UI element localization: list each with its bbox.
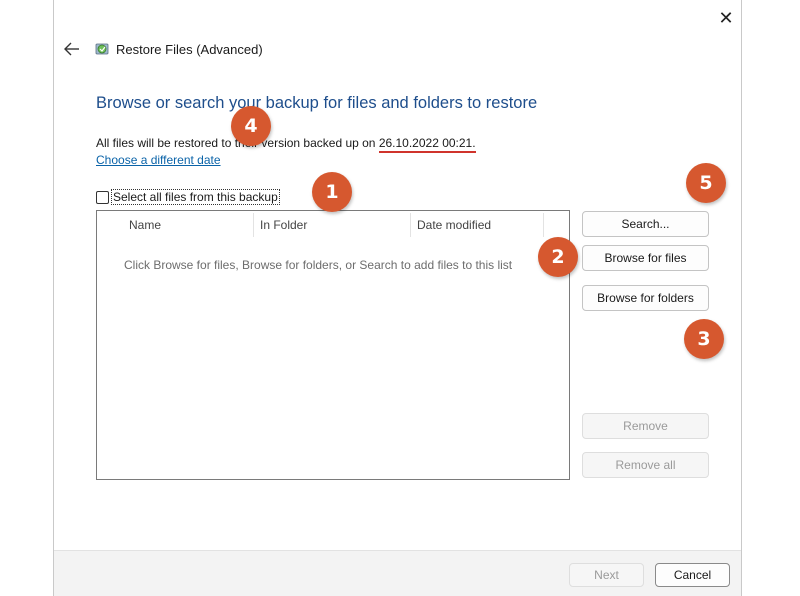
back-arrow-icon[interactable] [62,39,82,59]
callout-marker-2: 2 [538,237,578,277]
empty-list-message: Click Browse for files, Browse for folde… [124,258,513,272]
dialog-footer: Next Cancel [54,550,741,596]
search-button[interactable]: Search... [582,211,709,237]
restore-info-text: All files will be restored to their vers… [96,136,476,153]
column-divider[interactable] [410,213,411,237]
callout-marker-4: 4 [231,106,271,146]
cancel-button[interactable]: Cancel [655,563,730,587]
select-all-checkbox[interactable]: Select all files from this backup [96,189,280,205]
browse-files-button[interactable]: Browse for files [582,245,709,271]
callout-marker-5: 5 [686,163,726,203]
next-button[interactable]: Next [569,563,644,587]
column-header-name[interactable]: Name [129,218,161,232]
window-title: Restore Files (Advanced) [116,42,263,57]
page-heading: Browse or search your backup for files a… [96,94,538,112]
file-list[interactable]: Name In Folder Date modified Click Brows… [96,210,570,480]
backup-restore-icon [95,43,109,55]
callout-marker-1: 1 [312,172,352,212]
column-divider[interactable] [543,213,544,237]
choose-date-link[interactable]: Choose a different date [96,153,221,167]
close-icon[interactable]: ✕ [714,8,738,28]
column-header-date-modified[interactable]: Date modified [417,218,491,232]
callout-marker-3: 3 [684,319,724,359]
column-divider[interactable] [253,213,254,237]
select-all-label[interactable]: Select all files from this backup [111,189,280,205]
remove-button[interactable]: Remove [582,413,709,439]
column-header-in-folder[interactable]: In Folder [260,218,307,232]
backup-date: 26.10.2022 00:21. [378,136,476,153]
list-header: Name In Folder Date modified [97,211,569,239]
checkbox-box[interactable] [96,190,109,204]
browse-folders-button[interactable]: Browse for folders [582,285,709,311]
remove-all-button[interactable]: Remove all [582,452,709,478]
restore-files-dialog: ✕ Restore Files (Advanced) Browse or sea… [53,0,742,596]
